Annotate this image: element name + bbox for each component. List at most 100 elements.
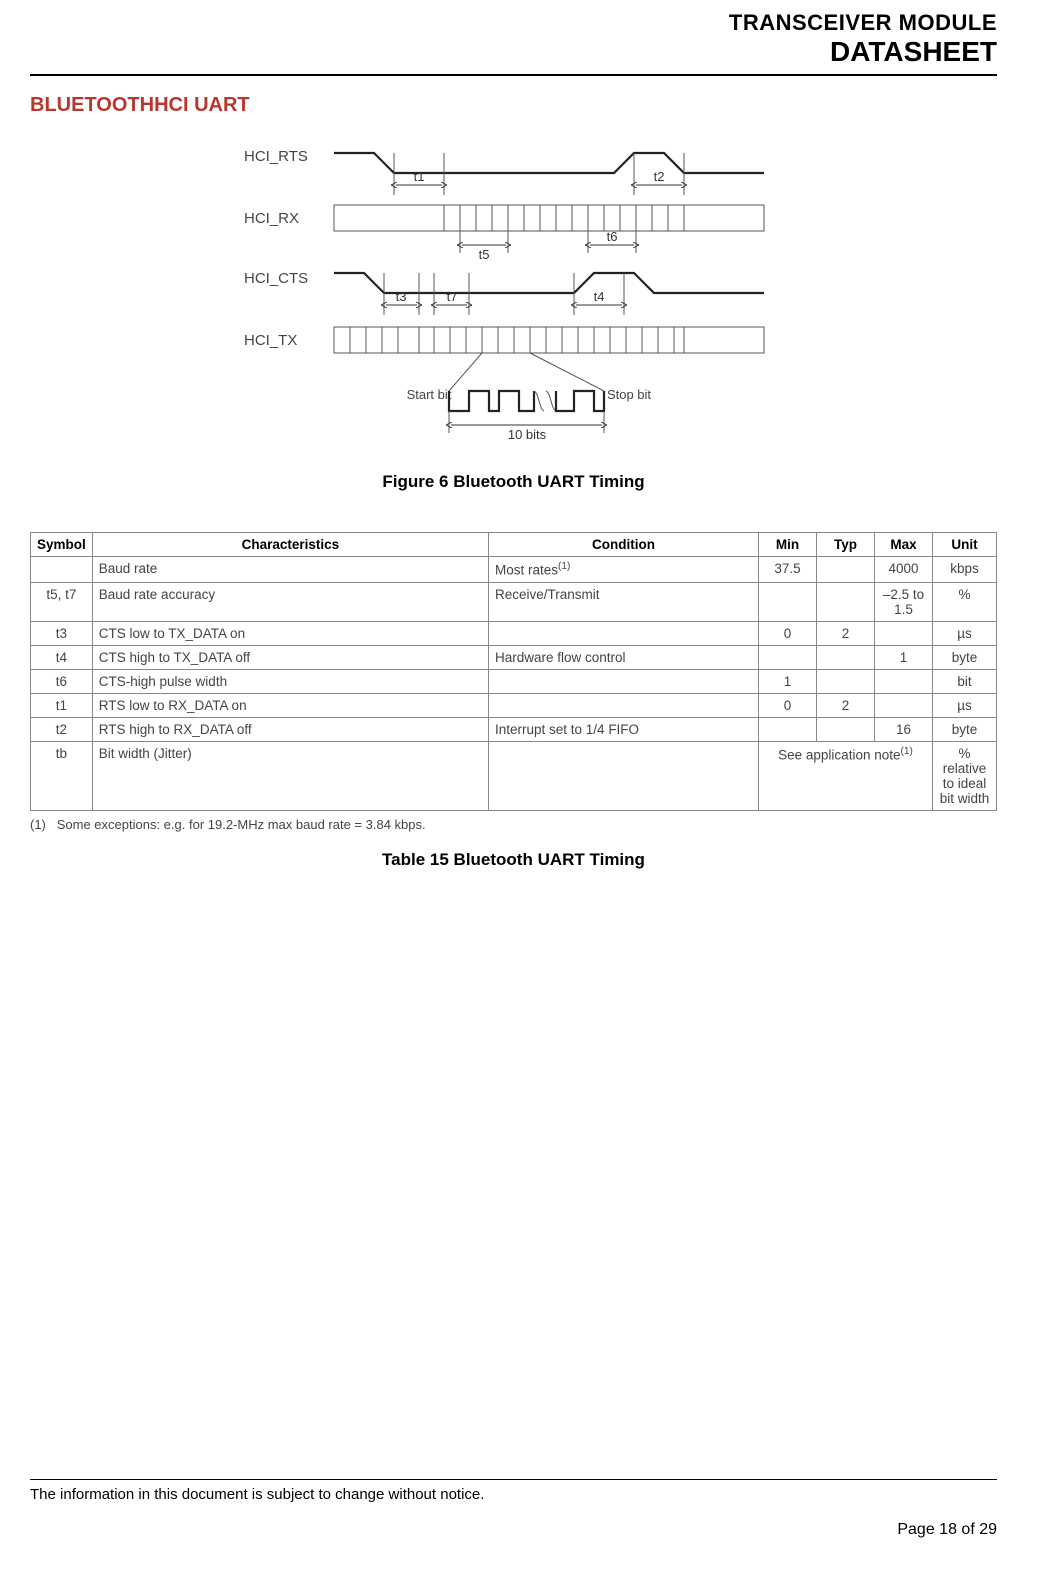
cell-condition	[489, 621, 759, 645]
cell-condition	[489, 669, 759, 693]
cell-min	[759, 717, 817, 741]
cell-characteristics: CTS-high pulse width	[92, 669, 488, 693]
cell-condition	[489, 741, 759, 810]
cell-characteristics: RTS low to RX_DATA on	[92, 693, 488, 717]
th-char: Characteristics	[92, 533, 488, 557]
cell-min: 0	[759, 693, 817, 717]
stop-bit-label: Stop bit	[606, 387, 650, 402]
header-rule	[30, 74, 997, 76]
cell-max: –2.5 to 1.5	[875, 582, 933, 621]
table-caption: Table 15 Bluetooth UART Timing	[30, 850, 997, 870]
cell-unit: kbps	[933, 557, 997, 583]
table-footnote: (1) Some exceptions: e.g. for 19.2-MHz m…	[30, 817, 997, 832]
cell-unit: byte	[933, 717, 997, 741]
cell-min	[759, 645, 817, 669]
uart-bits-right	[556, 391, 604, 411]
cell-characteristics: CTS high to TX_DATA off	[92, 645, 488, 669]
footer-notice: The information in this document is subj…	[30, 1486, 997, 1503]
cell-max	[875, 693, 933, 717]
table-row: t4CTS high to TX_DATA offHardware flow c…	[31, 645, 997, 669]
cell-symbol: t3	[31, 621, 93, 645]
rx-data-hatch	[460, 205, 668, 231]
cell-symbol: t6	[31, 669, 93, 693]
table-row: t5, t7Baud rate accuracyReceive/Transmit…	[31, 582, 997, 621]
cell-min: 37.5	[759, 557, 817, 583]
section-title: BLUETOOTHHCI UART	[30, 94, 997, 117]
cell-max	[875, 669, 933, 693]
timing-spec-table: Symbol Characteristics Condition Min Typ…	[30, 532, 997, 811]
cell-typ: 2	[817, 693, 875, 717]
cell-typ: 2	[817, 621, 875, 645]
th-unit: Unit	[933, 533, 997, 557]
cell-unit: %	[933, 582, 997, 621]
cell-typ	[817, 717, 875, 741]
cell-max: 16	[875, 717, 933, 741]
cell-symbol: t4	[31, 645, 93, 669]
signal-label-rts: HCI_RTS	[244, 148, 308, 165]
cell-condition: Receive/Transmit	[489, 582, 759, 621]
timing-svg: HCI_RTS t1 t2 HCI_RX	[234, 133, 794, 453]
signal-label-tx: HCI_TX	[244, 332, 297, 349]
table-row: t1RTS low to RX_DATA on 02 µs	[31, 693, 997, 717]
header-line1: TRANSCEIVER MODULE	[30, 10, 997, 36]
cell-min-typ-max: See application note(1)	[759, 741, 933, 810]
cell-min	[759, 582, 817, 621]
th-min: Min	[759, 533, 817, 557]
ten-bits-label: 10 bits	[507, 427, 546, 442]
marker-t3: t3	[395, 289, 406, 304]
table-header-row: Symbol Characteristics Condition Min Typ…	[31, 533, 997, 557]
cell-characteristics: Baud rate	[92, 557, 488, 583]
start-bit-label: Start bit	[406, 387, 451, 402]
cell-typ	[817, 582, 875, 621]
cell-typ	[817, 645, 875, 669]
signal-label-cts: HCI_CTS	[244, 270, 308, 287]
cell-symbol: tb	[31, 741, 93, 810]
timing-diagram: HCI_RTS t1 t2 HCI_RX	[30, 133, 997, 458]
cell-typ	[817, 557, 875, 583]
figure-caption: Figure 6 Bluetooth UART Timing	[30, 472, 997, 492]
table-row: Baud rateMost rates(1)37.5 4000kbps	[31, 557, 997, 583]
th-cond: Condition	[489, 533, 759, 557]
uart-bits-left	[449, 391, 534, 411]
cell-characteristics: RTS high to RX_DATA off	[92, 717, 488, 741]
footnote-text: Some exceptions: e.g. for 19.2-MHz max b…	[57, 817, 426, 832]
footnote-marker: (1)	[30, 817, 46, 832]
tx-data-hatch	[350, 327, 674, 353]
th-symbol: Symbol	[31, 533, 93, 557]
cell-symbol: t1	[31, 693, 93, 717]
cell-unit: µs	[933, 693, 997, 717]
page-number: Page 18 of 29	[30, 1521, 997, 1539]
cell-condition: Most rates(1)	[489, 557, 759, 583]
cell-condition: Interrupt set to 1/4 FIFO	[489, 717, 759, 741]
cell-symbol	[31, 557, 93, 583]
table-row: tbBit width (Jitter) See application note…	[31, 741, 997, 810]
marker-t2: t2	[653, 169, 664, 184]
rts-waveform	[334, 153, 764, 173]
header-line2: DATASHEET	[30, 36, 997, 68]
signal-label-rx: HCI_RX	[244, 210, 299, 227]
cell-max	[875, 621, 933, 645]
marker-t4: t4	[593, 289, 604, 304]
cell-max: 4000	[875, 557, 933, 583]
cell-min: 1	[759, 669, 817, 693]
marker-t6: t6	[606, 229, 617, 244]
cell-unit: byte	[933, 645, 997, 669]
marker-t7: t7	[446, 289, 457, 304]
marker-t5: t5	[478, 247, 489, 262]
th-typ: Typ	[817, 533, 875, 557]
cell-max: 1	[875, 645, 933, 669]
cell-symbol: t5, t7	[31, 582, 93, 621]
cell-characteristics: CTS low to TX_DATA on	[92, 621, 488, 645]
th-max: Max	[875, 533, 933, 557]
cell-typ	[817, 669, 875, 693]
table-row: t3CTS low to TX_DATA on02µs	[31, 621, 997, 645]
cell-unit: bit	[933, 669, 997, 693]
cell-condition	[489, 693, 759, 717]
document-header: TRANSCEIVER MODULE DATASHEET	[30, 10, 997, 68]
cell-characteristics: Bit width (Jitter)	[92, 741, 488, 810]
table-row: t6CTS-high pulse width 1 bit	[31, 669, 997, 693]
table-row: t2RTS high to RX_DATA offInterrupt set t…	[31, 717, 997, 741]
cell-unit: µs	[933, 621, 997, 645]
footer-rule	[30, 1479, 997, 1480]
cell-unit: % relative to ideal bit width	[933, 741, 997, 810]
